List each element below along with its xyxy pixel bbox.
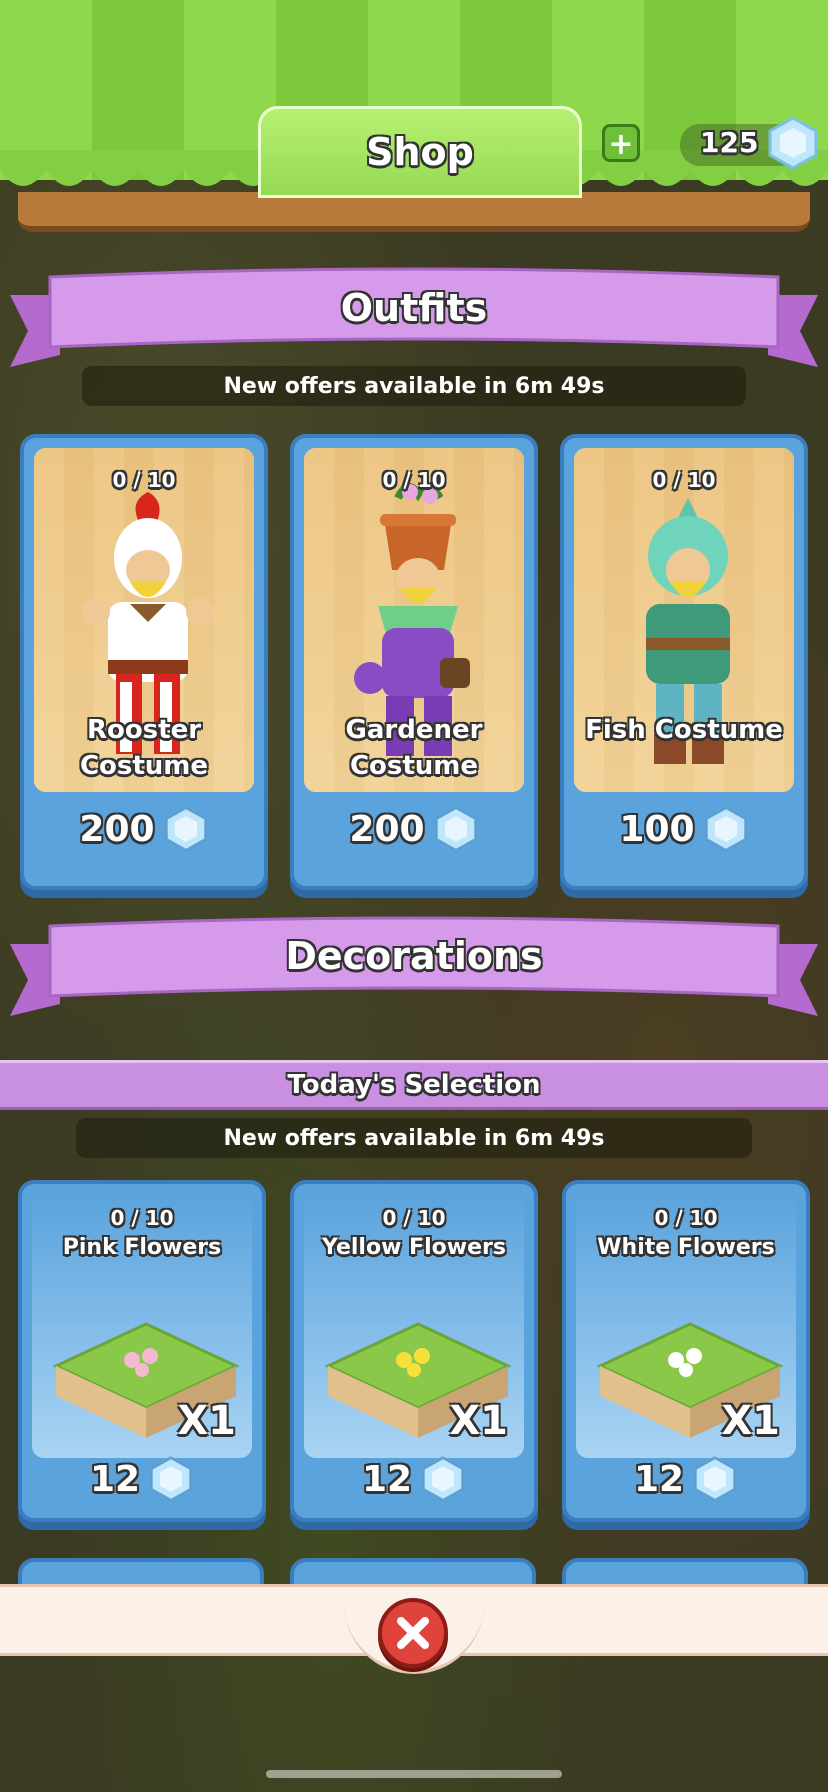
gem-icon — [420, 1456, 466, 1502]
close-button[interactable] — [378, 1598, 448, 1668]
decoration-card-pink-flowers[interactable]: 0 / 10 Pink Flowers X1 12 — [18, 1180, 266, 1522]
outfit-name: Rooster Costume — [34, 712, 254, 784]
decoration-name: Pink Flowers — [62, 1235, 222, 1260]
decoration-price: 12 — [294, 1456, 534, 1502]
gem-icon — [433, 806, 479, 852]
outfits-timer: New offers available in 6m 49s — [82, 366, 746, 406]
outfit-count: 0 / 10 — [652, 468, 716, 492]
outfit-count: 0 / 10 — [382, 468, 446, 492]
decoration-price: 12 — [566, 1456, 806, 1502]
outfit-name: Fish Costume — [574, 712, 794, 748]
outfit-name-line: Costume — [349, 751, 479, 781]
price-value: 12 — [361, 1458, 413, 1500]
gem-icon — [766, 116, 820, 170]
decorations-timer: New offers available in 6m 49s — [76, 1118, 752, 1158]
decorations-title: Decorations — [285, 934, 543, 978]
outfit-name-line: Costume — [79, 751, 209, 781]
decoration-count: 0 / 10 — [382, 1206, 446, 1230]
gem-count: 125 — [700, 126, 759, 159]
outfit-name-line: Rooster — [86, 715, 202, 745]
price-value: 200 — [349, 808, 425, 850]
gem-icon — [163, 806, 209, 852]
decoration-name: White Flowers — [597, 1235, 775, 1260]
gem-icon — [148, 1456, 194, 1502]
decoration-quantity: X1 — [449, 1398, 508, 1444]
gem-icon — [703, 806, 749, 852]
outfit-count: 0 / 10 — [112, 468, 176, 492]
outfit-price: 200 — [24, 806, 264, 852]
outfit-card-rooster[interactable]: 0 / 10 Rooster Costume 200 — [20, 434, 268, 890]
outfit-name-line: Fish Costume — [585, 715, 783, 745]
outfits-title: Outfits — [340, 286, 488, 330]
outfit-price: 200 — [294, 806, 534, 852]
price-value: 12 — [89, 1458, 141, 1500]
price-value: 200 — [79, 808, 155, 850]
decoration-name: Yellow Flowers — [322, 1235, 506, 1260]
outfit-price: 100 — [564, 806, 804, 852]
add-gems-button[interactable]: + — [602, 124, 640, 162]
price-value: 100 — [619, 808, 695, 850]
decoration-count: 0 / 10 — [110, 1206, 174, 1230]
awning-board — [18, 192, 810, 232]
gem-icon — [692, 1456, 738, 1502]
decoration-card-yellow-flowers[interactable]: 0 / 10 Yellow Flowers X1 12 — [290, 1180, 538, 1522]
outfit-name: Gardener Costume — [304, 712, 524, 784]
decoration-price: 12 — [22, 1456, 262, 1502]
decoration-count: 0 / 10 — [654, 1206, 718, 1230]
home-indicator — [266, 1770, 562, 1778]
outfit-card-gardener[interactable]: 0 / 10 Gardener Costume 200 — [290, 434, 538, 890]
decoration-quantity: X1 — [721, 1398, 780, 1444]
page-title: Shop — [258, 106, 582, 198]
decoration-card-white-flowers[interactable]: 0 / 10 White Flowers X1 12 — [562, 1180, 810, 1522]
decoration-quantity: X1 — [177, 1398, 236, 1444]
price-value: 12 — [633, 1458, 685, 1500]
todays-selection-bar: Today's Selection — [0, 1060, 828, 1110]
close-icon — [397, 1617, 429, 1649]
outfit-name-line: Gardener — [345, 715, 483, 745]
outfit-card-fish[interactable]: 0 / 10 Fish Costume 100 — [560, 434, 808, 890]
